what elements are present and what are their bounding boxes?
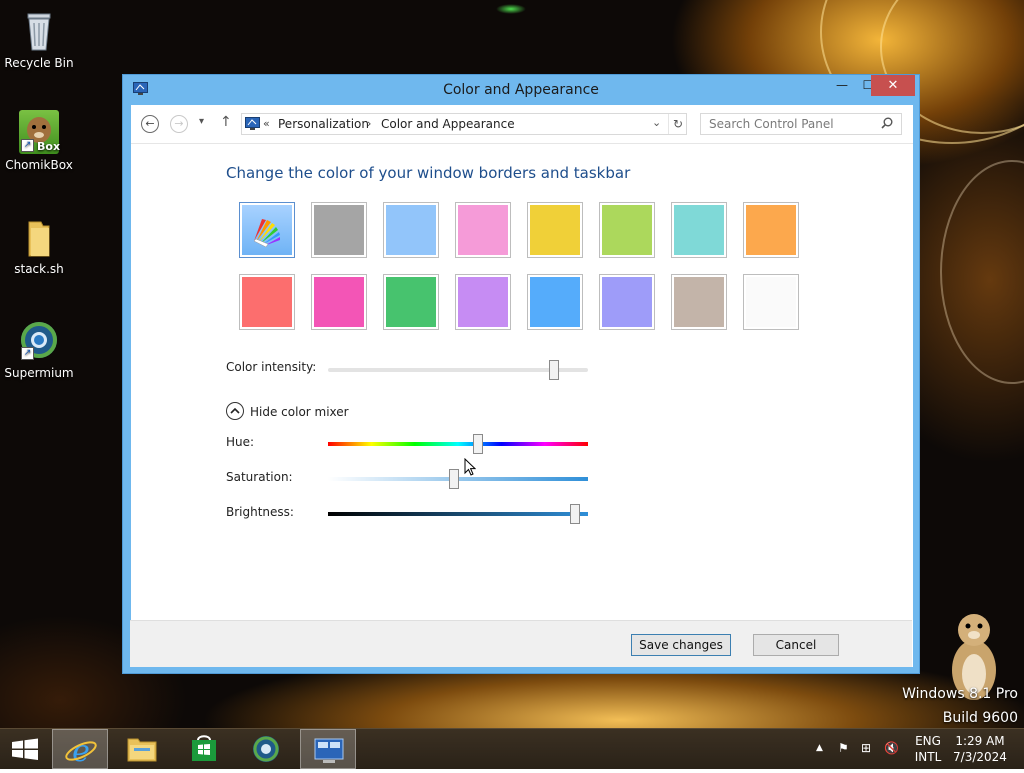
desktop-icon-chomikbox[interactable]: Box ↗ ChomikBox xyxy=(4,110,74,172)
page-heading: Change the color of your window borders … xyxy=(226,164,631,182)
taskbar: e ▲ ⚑ ⊞ 🔇 ENG INTL 1:29 AM 7/3/2024 xyxy=(0,728,1024,769)
color-swatch[interactable] xyxy=(671,202,727,258)
shortcut-arrow-icon: ↗ xyxy=(21,347,34,360)
desktop-icon-label: stack.sh xyxy=(14,262,64,276)
swatch-fill xyxy=(386,277,436,327)
svg-text:e: e xyxy=(72,734,90,769)
mouse-cursor-icon xyxy=(464,457,477,476)
clock-time: 1:29 AM xyxy=(955,734,1005,748)
hide-color-mixer-link[interactable]: Hide color mixer xyxy=(250,405,349,419)
swatch-fill xyxy=(314,277,364,327)
swatch-fill xyxy=(386,205,436,255)
color-swatch[interactable] xyxy=(455,202,511,258)
color-swatch[interactable] xyxy=(383,202,439,258)
windows-build-text: Build 9600 xyxy=(942,710,1018,726)
folder-icon xyxy=(19,214,59,258)
color-palette-icon xyxy=(253,219,280,248)
swatch-fill xyxy=(602,205,652,255)
keyboard-layout: INTL xyxy=(914,750,942,764)
saturation-slider[interactable] xyxy=(449,469,460,489)
color-swatch[interactable] xyxy=(311,202,367,258)
control-panel-icon xyxy=(314,738,344,763)
color-swatch[interactable] xyxy=(239,274,295,330)
desktop-icon-label: ChomikBox xyxy=(5,158,73,172)
wallpaper-green-light xyxy=(496,4,526,14)
minimize-button[interactable]: — xyxy=(829,75,855,96)
network-icon[interactable]: ⊞ xyxy=(861,741,871,755)
taskbar-internet-explorer[interactable]: e xyxy=(52,729,108,769)
swatch-fill xyxy=(746,277,796,327)
desktop-icon-label: Recycle Bin xyxy=(4,56,74,70)
swatch-fill xyxy=(530,205,580,255)
swatch-fill xyxy=(530,277,580,327)
swatch-fill xyxy=(458,277,508,327)
color-swatch[interactable] xyxy=(671,274,727,330)
taskbar-file-explorer[interactable] xyxy=(114,729,170,769)
color-swatch[interactable] xyxy=(599,274,655,330)
volume-muted-icon[interactable]: 🔇 xyxy=(884,741,899,755)
color-swatch[interactable] xyxy=(527,202,583,258)
desktop-icon-supermium[interactable]: ↗ Supermium xyxy=(4,318,74,380)
wallpaper-swirl xyxy=(940,160,1024,384)
close-button[interactable]: ✕ xyxy=(871,75,915,96)
brightness-label: Brightness: xyxy=(226,505,294,519)
window-titlebar[interactable]: Color and Appearance — ☐ ✕ xyxy=(123,75,919,105)
windows-logo-icon xyxy=(12,738,38,760)
window-title: Color and Appearance xyxy=(443,82,599,98)
action-center-flag-icon[interactable]: ⚑ xyxy=(838,741,849,755)
desktop-icon-recycle-bin[interactable]: Recycle Bin xyxy=(4,8,74,70)
internet-explorer-icon: e xyxy=(65,734,97,769)
cancel-button[interactable]: Cancel xyxy=(753,634,839,656)
shortcut-arrow-icon: ↗ xyxy=(21,139,34,152)
swatch-fill xyxy=(746,205,796,255)
swatch-fill xyxy=(674,277,724,327)
windows-edition-text: Windows 8.1 Pro xyxy=(902,686,1018,702)
hue-slider[interactable] xyxy=(472,434,483,454)
chomikbox-badge: Box xyxy=(37,140,61,153)
show-hidden-icons-chevron[interactable]: ▲ xyxy=(816,743,823,753)
color-swatch[interactable] xyxy=(383,274,439,330)
swatch-fill xyxy=(242,205,292,255)
taskbar-supermium[interactable] xyxy=(238,729,294,769)
clock[interactable]: 1:29 AM 7/3/2024 xyxy=(948,733,1012,765)
saturation-label: Saturation: xyxy=(226,470,293,484)
store-icon xyxy=(192,735,216,761)
chevron-up-icon[interactable] xyxy=(226,402,244,420)
color-swatch[interactable] xyxy=(527,274,583,330)
hue-label: Hue: xyxy=(226,435,255,449)
folder-icon xyxy=(127,738,157,762)
supermium-icon: ↗ xyxy=(19,318,59,362)
color-swatch[interactable] xyxy=(455,274,511,330)
chomikbox-icon: Box ↗ xyxy=(19,110,61,154)
desktop-icon-stack-sh[interactable]: stack.sh xyxy=(4,214,74,276)
taskbar-control-panel[interactable] xyxy=(300,729,356,769)
brightness-slider[interactable] xyxy=(570,504,580,524)
save-changes-button[interactable]: Save changes xyxy=(631,634,731,656)
recycle-bin-icon xyxy=(19,8,59,52)
hue-track[interactable] xyxy=(328,442,588,446)
color-swatch[interactable] xyxy=(311,274,367,330)
color-intensity-label: Color intensity: xyxy=(226,360,317,374)
swatch-automatic[interactable] xyxy=(239,202,295,258)
input-language-indicator[interactable]: ENG INTL xyxy=(910,733,946,765)
swatch-fill xyxy=(458,205,508,255)
brightness-track[interactable] xyxy=(328,512,588,516)
content-layer: Change the color of your window borders … xyxy=(130,104,912,667)
desktop-icon-label: Supermium xyxy=(4,366,74,380)
color-swatch[interactable] xyxy=(599,202,655,258)
swatch-fill xyxy=(602,277,652,327)
start-button[interactable] xyxy=(0,729,50,769)
supermium-icon xyxy=(253,736,279,762)
swatch-fill xyxy=(674,205,724,255)
color-intensity-slider[interactable] xyxy=(549,360,560,380)
color-swatch[interactable] xyxy=(743,274,799,330)
swatch-fill xyxy=(314,205,364,255)
window-footer: Save changes Cancel xyxy=(130,620,912,667)
taskbar-store[interactable] xyxy=(176,729,232,769)
color-swatch[interactable] xyxy=(743,202,799,258)
clock-date: 7/3/2024 xyxy=(953,750,1007,764)
swatch-fill xyxy=(242,277,292,327)
language-code: ENG xyxy=(915,734,941,748)
